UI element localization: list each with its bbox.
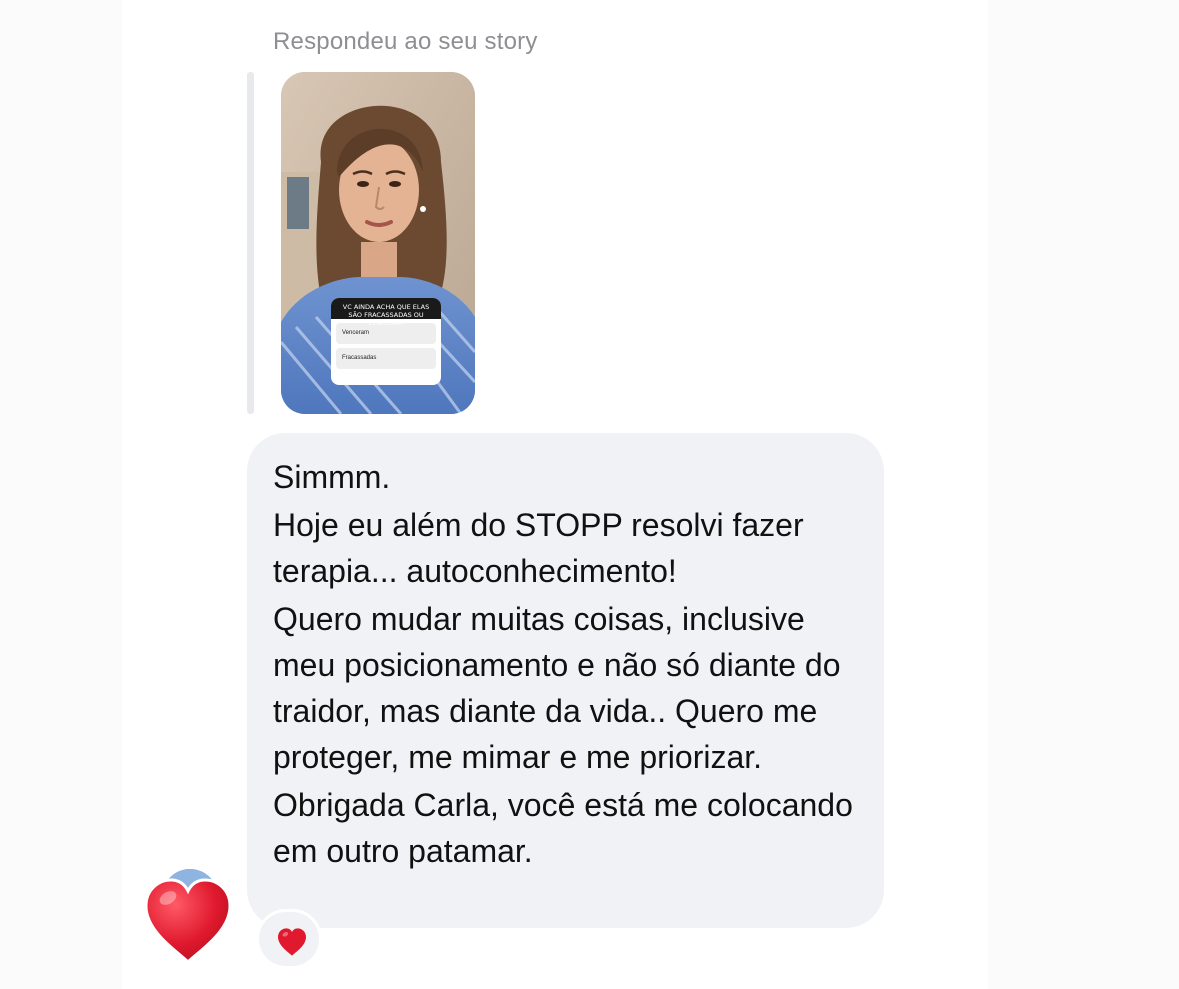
heart-icon xyxy=(278,928,306,956)
reply-context-label: Respondeu ao seu story xyxy=(273,28,538,55)
message-paragraph: Obrigada Carla, você está me colocando e… xyxy=(273,787,853,869)
reply-quote-bar xyxy=(247,72,254,414)
poll-option-fracassadas: Fracassadas xyxy=(336,348,436,369)
message-bubble[interactable]: Simmm. Hoje eu além do STOPP resolvi faz… xyxy=(247,433,884,928)
story-poll-sticker: VC AINDA ACHA QUE ELAS SÃO FRACASSADAS O… xyxy=(331,298,441,385)
message-paragraph: Hoje eu além do STOPP resolvi fazer tera… xyxy=(273,507,804,589)
message-paragraph: Quero mudar muitas coisas, inclusive meu… xyxy=(273,601,841,775)
message-paragraph: Simmm. xyxy=(273,459,391,495)
heart-icon xyxy=(140,876,236,966)
reaction-pill[interactable] xyxy=(256,909,322,969)
poll-question: VC AINDA ACHA QUE ELAS SÃO FRACASSADAS O… xyxy=(331,298,441,327)
story-thumbnail[interactable]: VC AINDA ACHA QUE ELAS SÃO FRACASSADAS O… xyxy=(281,72,475,414)
